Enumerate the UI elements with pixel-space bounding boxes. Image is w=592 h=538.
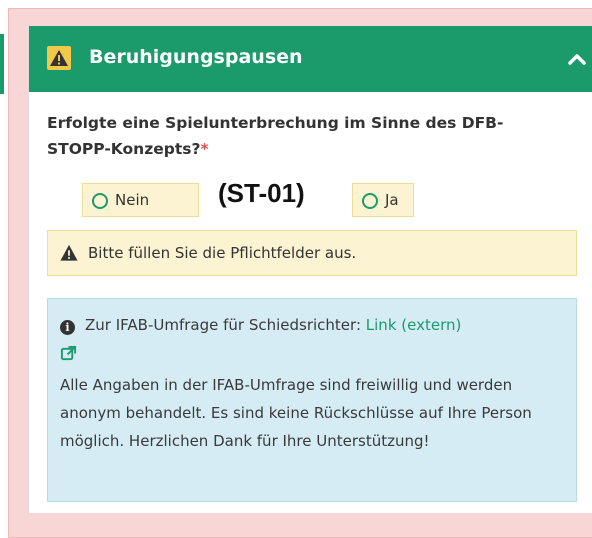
radio-option-nein[interactable]: Nein — [82, 183, 199, 217]
question-code-label: (ST-01) — [218, 178, 305, 208]
radio-circle[interactable] — [362, 193, 378, 209]
external-link-icon[interactable] — [60, 345, 77, 362]
info-body-text: Alle Angaben in der IFAB-Umfrage sind fr… — [60, 376, 532, 450]
ifab-link[interactable]: Link (extern) — [366, 316, 462, 334]
info-lead-text: Zur IFAB-Umfrage für Schiedsrichter: — [85, 316, 361, 334]
ifab-info-box: i Zur IFAB-Umfrage für Schiedsrichter: Li… — [47, 298, 577, 502]
question-label: Erfolgte eine Spielunterbrechung im Sinn… — [47, 110, 567, 162]
panel-title: Beruhigungspausen — [89, 46, 303, 68]
chevron-up-icon[interactable] — [565, 48, 589, 72]
question-text: Erfolgte eine Spielunterbrechung im Sinn… — [47, 114, 504, 158]
warning-icon — [47, 46, 71, 70]
alert-text: Bitte füllen Sie die Pflichtfelder aus. — [88, 244, 357, 262]
panel-header[interactable]: Beruhigungspausen — [29, 26, 592, 92]
radio-label-ja: Ja — [385, 191, 399, 209]
radio-label-nein: Nein — [115, 191, 150, 209]
required-marker: * — [200, 140, 209, 158]
beruhigungspausen-panel: Beruhigungspausen Erfolgte eine Spielunt… — [28, 26, 592, 513]
info-icon: i — [60, 320, 75, 335]
warning-icon — [60, 244, 78, 261]
required-fields-alert: Bitte füllen Sie die Pflichtfelder aus. — [47, 230, 577, 276]
neighbor-panel-edge — [0, 34, 4, 94]
radio-circle[interactable] — [92, 193, 108, 209]
radio-option-ja[interactable]: Ja — [352, 183, 414, 217]
info-lead: i Zur IFAB-Umfrage für Schiedsrichter: Li… — [60, 311, 461, 339]
